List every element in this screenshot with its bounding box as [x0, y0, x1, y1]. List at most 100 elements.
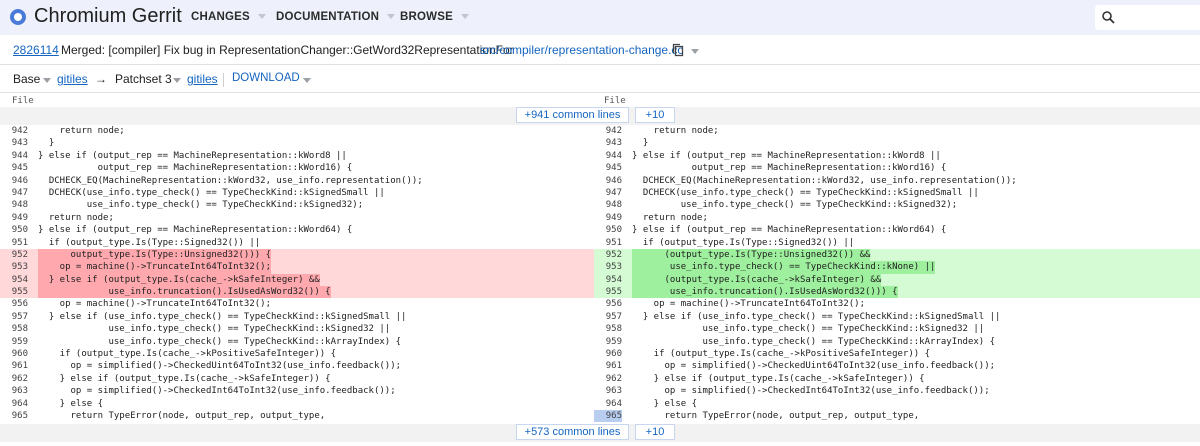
line-number[interactable]: 961	[594, 360, 622, 372]
code-text[interactable]: return node;	[632, 125, 719, 137]
line-number[interactable]: 960	[0, 348, 28, 360]
code-text[interactable]: (output_type.Is(cache_->kSafeInteger) &&	[632, 273, 882, 287]
code-text[interactable]: } else {	[38, 398, 103, 410]
line-number[interactable]: 951	[0, 237, 28, 249]
line-number[interactable]: 947	[594, 187, 622, 199]
line-number[interactable]: 964	[594, 398, 622, 410]
line-number[interactable]: 954	[594, 274, 622, 286]
line-number[interactable]: 944	[594, 150, 622, 162]
code-text[interactable]: } else if (output_rep == MachineRepresen…	[632, 150, 941, 162]
code-text[interactable]: } else if (output_rep == MachineRepresen…	[632, 224, 946, 236]
code-text[interactable]: DCHECK(use_info.type_check() == TypeChec…	[38, 187, 385, 199]
line-number[interactable]: 946	[0, 175, 28, 187]
line-number[interactable]: 948	[0, 199, 28, 211]
expand-common-lines-top-button[interactable]: +941 common lines	[516, 107, 629, 123]
line-number[interactable]: 953	[594, 261, 622, 273]
change-number-link[interactable]: 2826114	[13, 43, 59, 57]
line-number[interactable]: 942	[0, 125, 28, 137]
code-text[interactable]: op = simplified()->CheckedInt64ToInt32(u…	[632, 385, 990, 397]
line-number[interactable]: 964	[0, 398, 28, 410]
line-number[interactable]: 965	[0, 410, 28, 422]
code-text[interactable]: output_rep == MachineRepresentation::kWo…	[38, 162, 353, 174]
line-number[interactable]: 962	[0, 373, 28, 385]
expand-10-top-button[interactable]: +10	[635, 107, 675, 123]
line-number[interactable]: 944	[0, 150, 28, 162]
line-number[interactable]: 956	[594, 298, 622, 310]
line-number[interactable]: 951	[594, 237, 622, 249]
line-number[interactable]: 943	[0, 137, 28, 149]
line-number[interactable]: 954	[0, 274, 28, 286]
code-text[interactable]: } else if (output_rep == MachineRepresen…	[38, 150, 347, 162]
code-text[interactable]: use_info.type_check() == TypeCheckKind::…	[632, 323, 984, 335]
code-text[interactable]: use_info.truncation().IsUsedAsWord32()) …	[38, 286, 331, 299]
gerrit-logo-icon[interactable]	[10, 9, 26, 25]
line-number[interactable]: 952	[594, 249, 622, 261]
code-text[interactable]: op = machine()->TruncateInt64ToInt32();	[38, 261, 271, 274]
code-text[interactable]: output_type.Is(Type::Unsigned32())) {	[38, 248, 271, 262]
expand-10-bottom-button[interactable]: +10	[635, 424, 675, 440]
line-number[interactable]: 959	[0, 336, 28, 348]
line-number[interactable]: 965	[594, 409, 622, 423]
base-gitiles-link[interactable]: gitiles	[57, 72, 88, 86]
code-text[interactable]: use_info.type_check() == TypeCheckKind::…	[38, 323, 390, 335]
line-number[interactable]: 952	[0, 249, 28, 261]
code-text[interactable]: }	[38, 137, 54, 149]
download-chevron-icon[interactable]	[303, 78, 311, 83]
patchset-gitiles-link[interactable]: gitiles	[187, 72, 218, 86]
line-number[interactable]: 955	[0, 286, 28, 298]
file-path-link[interactable]: src/compiler/representation-change.cc	[480, 43, 683, 57]
code-text[interactable]: DCHECK(use_info.type_check() == TypeChec…	[632, 187, 979, 199]
search-input[interactable]	[1095, 5, 1200, 30]
patchset-dropdown-chevron-icon[interactable]	[173, 78, 181, 83]
line-number[interactable]: 958	[594, 323, 622, 335]
line-number[interactable]: 949	[0, 212, 28, 224]
copy-icon[interactable]	[672, 43, 684, 57]
code-text[interactable]: return node;	[632, 212, 708, 224]
line-number[interactable]: 945	[0, 162, 28, 174]
line-number[interactable]: 963	[594, 385, 622, 397]
line-number[interactable]: 960	[594, 348, 622, 360]
line-number[interactable]: 956	[0, 298, 28, 310]
nav-documentation[interactable]: DOCUMENTATION	[276, 11, 396, 23]
line-number[interactable]: 948	[594, 199, 622, 211]
code-text[interactable]: if (output_type.Is(Type::Signed32()) ||	[632, 237, 854, 249]
line-number[interactable]: 945	[594, 162, 622, 174]
code-text[interactable]: if (output_type.Is(cache_->kPositiveSafe…	[38, 348, 336, 360]
line-number[interactable]: 962	[594, 373, 622, 385]
code-text[interactable]: op = simplified()->CheckedInt64ToInt32(u…	[38, 385, 396, 397]
code-text[interactable]: } else if (output_type.Is(cache_->kSafeI…	[632, 373, 925, 385]
code-text[interactable]: return node;	[38, 212, 114, 224]
code-text[interactable]: use_info.type_check() == TypeCheckKind::…	[632, 199, 957, 211]
code-text[interactable]: return TypeError(node, output_rep, outpu…	[632, 410, 920, 422]
file-dropdown-chevron-icon[interactable]	[691, 49, 699, 54]
expand-common-lines-bottom-button[interactable]: +573 common lines	[516, 424, 629, 440]
code-text[interactable]: } else if (use_info.type_check() == Type…	[632, 311, 1001, 323]
line-number[interactable]: 943	[594, 137, 622, 149]
code-text[interactable]: return TypeError(node, output_rep, outpu…	[38, 410, 326, 422]
line-number[interactable]: 955	[594, 286, 622, 298]
code-text[interactable]: DCHECK_EQ(MachineRepresentation::kWord32…	[632, 175, 1017, 187]
code-text[interactable]: op = machine()->TruncateInt64ToInt32();	[38, 298, 271, 310]
code-text[interactable]: } else if (output_rep == MachineRepresen…	[38, 224, 352, 236]
code-text[interactable]: }	[632, 137, 648, 149]
code-text[interactable]: } else if (output_type.Is(cache_->kSafeI…	[38, 273, 320, 287]
line-number[interactable]: 958	[0, 323, 28, 335]
code-text[interactable]: return node;	[38, 125, 125, 137]
line-number[interactable]: 957	[0, 311, 28, 323]
code-text[interactable]: DCHECK_EQ(MachineRepresentation::kWord32…	[38, 175, 423, 187]
code-text[interactable]: op = simplified()->CheckedUint64ToInt32(…	[38, 360, 402, 372]
code-text[interactable]: if (output_type.Is(Type::Signed32()) ||	[38, 237, 260, 249]
code-text[interactable]: use_info.type_check() == TypeCheckKind::…	[38, 336, 401, 348]
line-number[interactable]: 957	[594, 311, 622, 323]
code-text[interactable]: } else if (use_info.type_check() == Type…	[38, 311, 407, 323]
code-text[interactable]: use_info.type_check() == TypeCheckKind::…	[38, 199, 363, 211]
patchset-label[interactable]: Patchset 3	[115, 72, 172, 86]
line-number[interactable]: 947	[0, 187, 28, 199]
code-text[interactable]: use_info.type_check() == TypeCheckKind::…	[632, 336, 995, 348]
code-text[interactable]: } else {	[632, 398, 697, 410]
code-text[interactable]: output_rep == MachineRepresentation::kWo…	[632, 162, 947, 174]
code-text[interactable]: op = machine()->TruncateInt64ToInt32();	[632, 298, 865, 310]
line-number[interactable]: 953	[0, 261, 28, 273]
line-number[interactable]: 961	[0, 360, 28, 372]
line-number[interactable]: 950	[594, 224, 622, 236]
